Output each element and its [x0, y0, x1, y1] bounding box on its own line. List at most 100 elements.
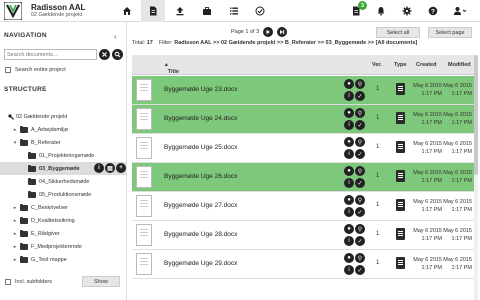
briefcase-icon[interactable]: [195, 0, 219, 22]
tree-item-g-test-mappe[interactable]: ▸ G_Test mappe: [0, 253, 126, 266]
table-row[interactable]: Byggemøde Uge 24.docx ● ⚲ i ✓ 1 May 6 2015 1…: [132, 105, 476, 134]
search-doc-icon[interactable]: ⚲: [355, 79, 365, 89]
search-doc-icon[interactable]: ⚲: [355, 195, 365, 205]
help-icon[interactable]: ?: [421, 0, 445, 22]
table-scrollbar[interactable]: [474, 55, 478, 300]
document-thumbnail[interactable]: [136, 137, 152, 159]
gear-icon[interactable]: [395, 0, 419, 22]
check-icon[interactable]: ✓: [355, 236, 365, 246]
lock-icon[interactable]: ●: [344, 79, 354, 89]
check-icon[interactable]: ✓: [355, 265, 365, 275]
caret-right-icon[interactable]: ▸: [12, 205, 18, 211]
lock-icon[interactable]: ●: [344, 224, 354, 234]
info-icon[interactable]: i: [344, 178, 354, 188]
document-thumbnail[interactable]: [136, 166, 152, 188]
list-icon[interactable]: [222, 0, 246, 22]
select-page-button[interactable]: Select page: [428, 27, 472, 38]
table-row[interactable]: Byggemøde Uge 25.docx ● ⚲ i ✓ 1 May 6 2015 1…: [132, 134, 476, 163]
documents-icon[interactable]: [141, 0, 165, 22]
checkmark-icon[interactable]: [248, 0, 272, 22]
tree-item-d-kvalitetssikring[interactable]: ▸ D_Kvalitetssikring: [0, 214, 126, 227]
info-icon[interactable]: i: [344, 149, 354, 159]
bell-icon[interactable]: [369, 0, 393, 22]
folder-add-icon[interactable]: +: [116, 163, 126, 173]
document-name[interactable]: Byggemøde Uge 26.docx: [164, 173, 237, 180]
document-name[interactable]: Byggemøde Uge 27.docx: [164, 202, 237, 209]
check-icon[interactable]: ✓: [355, 91, 365, 101]
search-doc-icon[interactable]: ⚲: [355, 224, 365, 234]
tree-item-01-projekteringsmode[interactable]: 01_Projekteringsmøde: [0, 149, 126, 162]
document-thumbnail[interactable]: [136, 253, 152, 275]
document-name[interactable]: Byggemøde Uge 24.docx: [164, 115, 237, 122]
check-icon[interactable]: ✓: [355, 207, 365, 217]
search-doc-icon[interactable]: ⚲: [355, 253, 365, 263]
search-entire-project-checkbox[interactable]: [5, 67, 11, 73]
table-row[interactable]: Byggemøde Uge 26.docx ● ⚲ i ✓ 1 May 6 2015 1…: [132, 163, 476, 192]
info-icon[interactable]: i: [344, 265, 354, 275]
lock-icon[interactable]: ●: [344, 137, 354, 147]
caret-right-icon[interactable]: ▸: [12, 127, 18, 133]
folder-info-icon[interactable]: i: [94, 163, 104, 173]
info-icon[interactable]: i: [344, 207, 354, 217]
column-title[interactable]: ▴ Title: [165, 62, 179, 75]
tree-item-05-produktionsmode[interactable]: 05_Produktionsmøde: [0, 188, 126, 201]
info-icon[interactable]: i: [344, 120, 354, 130]
tree-item-f-medprojekterende[interactable]: ▸ F_Medprojekterende: [0, 240, 126, 253]
lock-icon[interactable]: ●: [344, 166, 354, 176]
document-name[interactable]: Byggemøde Uge 29.docx: [164, 260, 237, 267]
document-thumbnail[interactable]: [136, 108, 152, 130]
folder-docs-icon[interactable]: ▤: [105, 163, 115, 173]
user-menu-icon[interactable]: [448, 0, 472, 22]
tree-item-04-sikkerhedsmode[interactable]: 04_Sikkerhedsmøde: [0, 175, 126, 188]
caret-right-icon[interactable]: ▸: [12, 257, 18, 263]
last-page-icon[interactable]: [277, 27, 288, 37]
search-doc-icon[interactable]: ⚲: [355, 108, 365, 118]
caret-right-icon[interactable]: ▸: [12, 218, 18, 224]
caret-down-icon[interactable]: ▾: [12, 140, 18, 146]
document-name[interactable]: Byggemøde Uge 23.docx: [164, 86, 237, 93]
next-page-icon[interactable]: [263, 27, 274, 37]
document-name[interactable]: Byggemøde Uge 25.docx: [164, 144, 237, 151]
tree-item-c-beskrivelser[interactable]: ▸ C_Beskrivelser: [0, 201, 126, 214]
report-icon[interactable]: 3: [344, 0, 368, 22]
upload-icon[interactable]: [168, 0, 192, 22]
check-icon[interactable]: ✓: [355, 120, 365, 130]
tree-item-b-referater[interactable]: ▾ B_Referater: [0, 136, 126, 149]
caret-right-icon[interactable]: ▸: [12, 231, 18, 237]
incl-subfolders-checkbox[interactable]: [5, 279, 11, 285]
lock-icon[interactable]: ●: [344, 253, 354, 263]
table-row[interactable]: Byggemøde Uge 27.docx ● ⚲ i ✓ 1 May 6 2015 1…: [132, 192, 476, 221]
collapse-sidebar-icon[interactable]: ‹: [114, 32, 117, 41]
column-ver[interactable]: Ver.: [372, 62, 382, 68]
check-icon[interactable]: ✓: [355, 149, 365, 159]
column-created[interactable]: Created: [416, 62, 436, 68]
table-row[interactable]: Byggemøde Uge 28.docx ● ⚲ i ✓ 1 May 6 2015 1…: [132, 221, 476, 250]
search-input[interactable]: [4, 49, 97, 60]
company-logo[interactable]: [4, 2, 22, 20]
clear-search-icon[interactable]: [99, 49, 110, 60]
show-button[interactable]: Show: [82, 276, 120, 287]
scrollbar-thumb[interactable]: [474, 55, 478, 175]
search-doc-icon[interactable]: ⚲: [355, 137, 365, 147]
info-icon[interactable]: i: [344, 91, 354, 101]
table-row[interactable]: Byggemøde Uge 29.docx ● ⚲ i ✓ 1 May 6 2015 1…: [132, 250, 476, 279]
document-thumbnail[interactable]: [136, 79, 152, 101]
table-row[interactable]: Byggemøde Uge 23.docx ● ⚲ i ✓ 1 May 6 2015 1…: [132, 76, 476, 105]
search-doc-icon[interactable]: ⚲: [355, 166, 365, 176]
select-all-button[interactable]: Select all: [376, 27, 420, 38]
tree-item-a-arbejdsmiljo[interactable]: ▸ A_Arbejdsmiljø: [0, 123, 126, 136]
tree-item-03-byggemode[interactable]: 03_Byggemøde i ▤ +: [0, 162, 126, 175]
info-icon[interactable]: i: [344, 236, 354, 246]
home-icon[interactable]: [115, 0, 139, 22]
caret-right-icon[interactable]: ▸: [12, 244, 18, 250]
tree-item-02-gaeldende-projekt[interactable]: 02 Gældende projekt: [0, 110, 126, 123]
document-thumbnail[interactable]: [136, 195, 152, 217]
tree-item-e-radgiver[interactable]: ▸ E_Rådgiver: [0, 227, 126, 240]
lock-icon[interactable]: ●: [344, 195, 354, 205]
document-name[interactable]: Byggemøde Uge 28.docx: [164, 231, 237, 238]
lock-icon[interactable]: ●: [344, 108, 354, 118]
column-modified[interactable]: Modified: [448, 62, 471, 68]
search-icon[interactable]: [112, 49, 123, 60]
document-thumbnail[interactable]: [136, 224, 152, 246]
column-type[interactable]: Type: [394, 62, 406, 68]
